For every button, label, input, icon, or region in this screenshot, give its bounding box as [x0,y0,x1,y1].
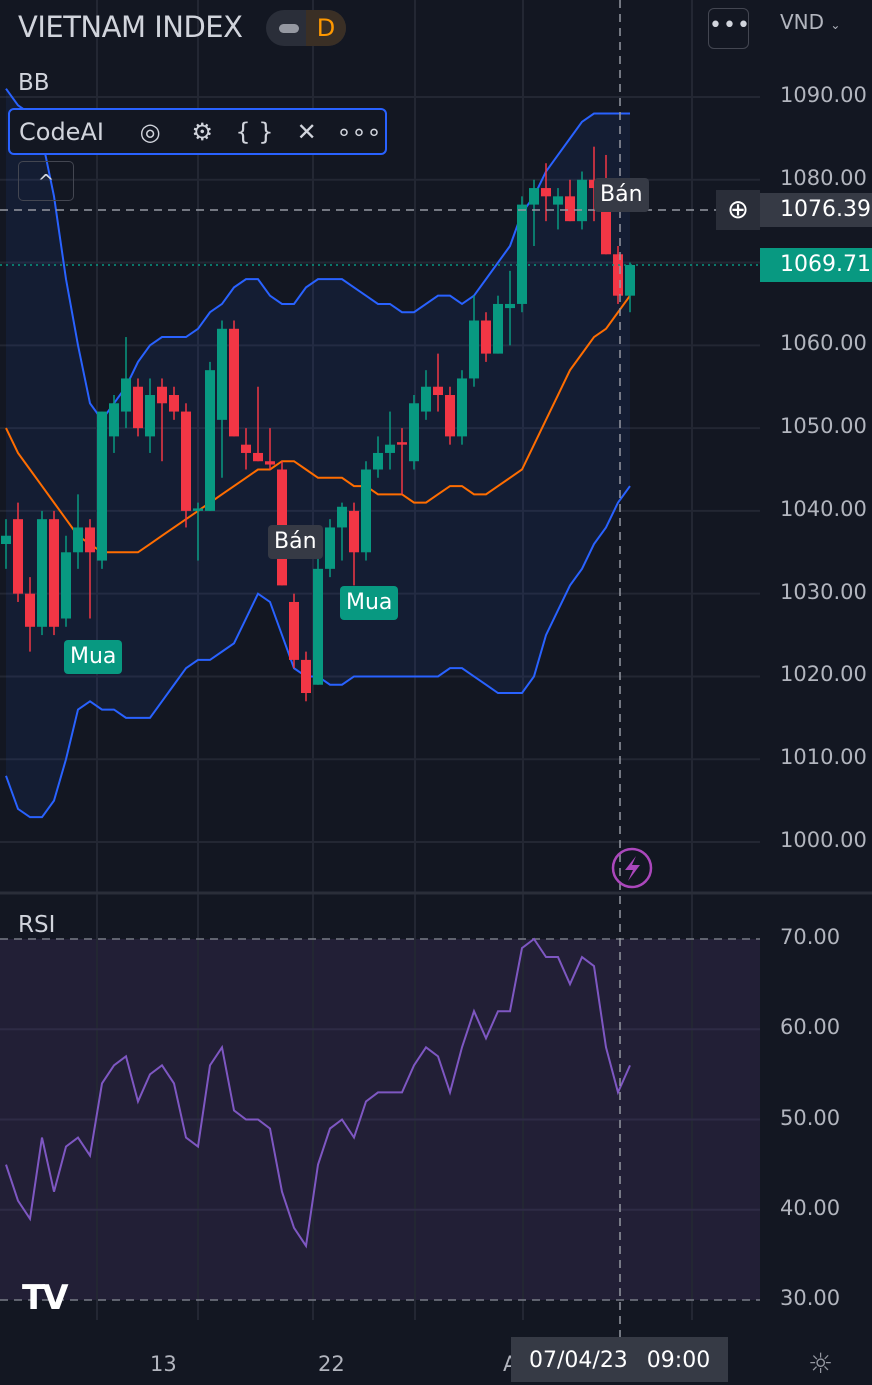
candle-body [409,403,419,462]
candle-body [505,303,515,309]
candle-body [577,179,587,222]
candle-body [445,395,455,437]
rsi-indicator-label[interactable]: RSI [18,912,55,938]
price-axis-label: 1010.00 [780,745,867,770]
price-axis-label: 1000.00 [780,828,867,853]
symbol-title[interactable]: VIETNAM INDEX [18,10,243,44]
candle-body [397,442,407,445]
gear-icon[interactable]: ⚙ [176,118,228,146]
candle-body [493,303,503,354]
candle-body [565,196,575,222]
candle-body [421,386,431,412]
candle-body [385,444,395,453]
candle-body [313,568,323,685]
candle-body [301,659,311,694]
candle-body [253,452,263,462]
candle-body [13,519,23,594]
more-button[interactable]: ••• [708,8,750,49]
interval-label: D [306,10,346,46]
candle-body [373,452,383,470]
rsi-axis-label: 70.00 [780,925,841,949]
candle-body [337,506,347,528]
buy-signal-marker: Mua [64,640,123,674]
candle-body [529,188,539,205]
candle-body [541,188,551,197]
candle-body [481,320,491,354]
price-axis-label: 1060.00 [780,331,867,356]
candle-body [361,469,371,553]
candle-body [133,386,143,429]
candle-body [61,552,71,619]
currency-label: VND [780,10,825,34]
interval-toggle[interactable]: D [266,10,346,46]
bb-indicator-label[interactable]: BB [18,70,50,96]
price-axis-label: 1030.00 [780,579,867,604]
candle-body [97,411,107,561]
toggle-icon [279,24,299,33]
source-code-icon[interactable]: { } [228,118,280,146]
buy-signal-marker: Mua [340,586,399,620]
time-label: 13 [150,1352,177,1376]
candle-body [145,395,155,437]
settings-icon[interactable]: ☼ [808,1347,833,1380]
candle-body [325,527,335,569]
sell-signal-marker: Bán [594,178,649,212]
price-axis-label: 1080.00 [780,165,867,190]
collapse-button[interactable]: ^ [18,161,74,201]
chevron-down-icon: ⌄ [830,18,841,32]
candle-body [517,204,527,304]
candle-body [217,328,227,420]
candle-body [457,378,467,437]
price-axis-label: 1020.00 [780,662,867,687]
price-axis-label: 1040.00 [780,496,867,521]
candle-body [265,461,275,465]
candle-body [553,196,563,205]
rsi-axis-label: 50.00 [780,1105,841,1130]
candle-body [229,328,239,437]
crosshair-time-label: 07/04/23 09:00 [511,1337,728,1382]
indicator-toolbar: CodeAI ◎ ⚙ { } ✕ ∘∘∘ [8,108,387,155]
tradingview-logo: TV [22,1278,68,1318]
rsi-axis-label: 60.00 [780,1015,841,1040]
candle-body [169,395,179,412]
candle-body [1,535,11,545]
candle-body [25,593,35,627]
indicator-name: CodeAI [19,117,104,146]
currency-selector[interactable]: VND ⌄ [780,10,840,34]
candle-body [37,519,47,627]
add-alert-icon[interactable]: ⊕ [716,190,760,230]
candle-body [289,601,299,660]
sell-signal-marker: Bán [268,525,323,559]
candle-body [349,510,359,553]
price-axis-label: 1050.00 [780,414,867,439]
more-icon[interactable]: ∘∘∘ [333,118,385,146]
candle-body [613,254,623,296]
eye-icon[interactable]: ◎ [124,118,176,146]
time-label: 22 [318,1352,345,1376]
crosshair-price-label: 1076.39 [760,193,872,227]
rsi-axis-label: 40.00 [780,1195,841,1220]
candle-body [157,386,167,404]
candle-body [205,370,215,511]
candle-body [241,444,251,453]
candle-body [49,519,59,627]
candle-body [625,264,635,296]
last-price-label: 1069.71 [760,248,872,282]
price-axis-label: 1090.00 [780,83,867,107]
rsi-axis-label: 30.00 [780,1286,841,1310]
candle-body [433,386,443,396]
candle-body [193,508,203,511]
candle-body [85,527,95,553]
lightning-icon [625,856,640,881]
candle-body [469,320,479,379]
candle-body [121,378,131,412]
candle-body [73,527,83,553]
close-icon[interactable]: ✕ [281,118,333,146]
candle-body [181,411,191,511]
candle-body [109,403,119,437]
